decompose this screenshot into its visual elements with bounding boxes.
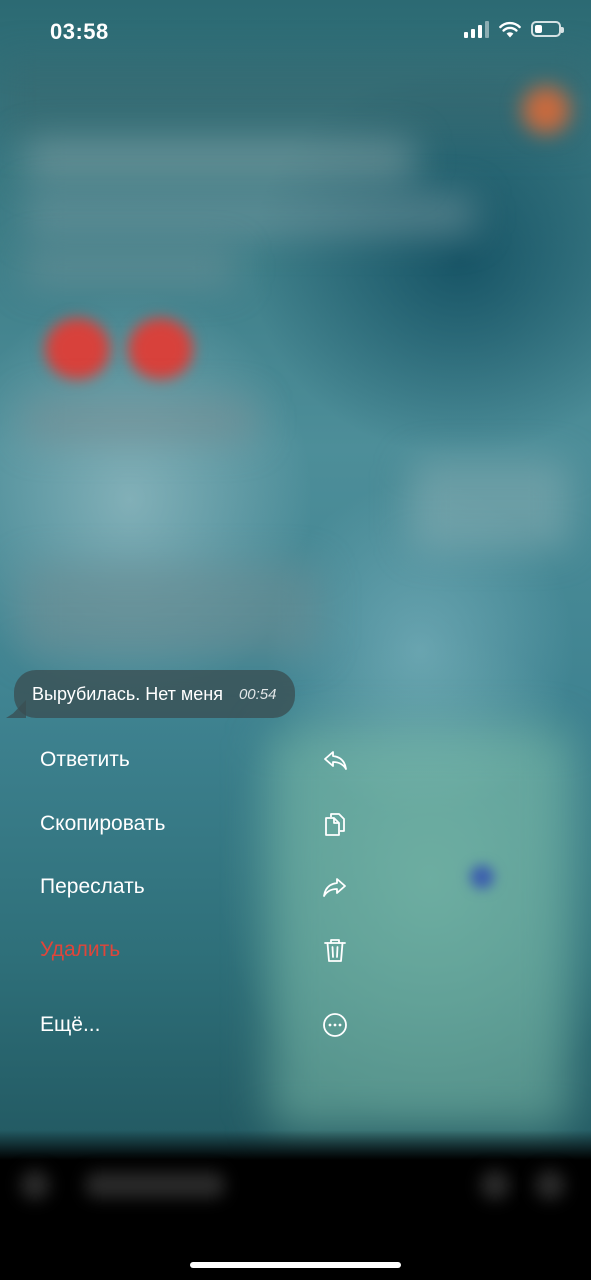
message-time: 00:54 bbox=[238, 685, 277, 703]
blurred-heart bbox=[45, 318, 110, 380]
blurred-sticker-icon bbox=[480, 1170, 510, 1200]
message-text: Вырубилась. Нет меня bbox=[32, 683, 223, 704]
menu-item-copy[interactable]: Скопировать bbox=[40, 802, 350, 846]
menu-item-forward[interactable]: Переслать bbox=[40, 865, 350, 909]
menu-item-reply[interactable]: Ответить bbox=[40, 738, 350, 782]
blurred-chat-background bbox=[0, 0, 591, 1280]
blurred-attach-icon bbox=[20, 1170, 50, 1200]
blurred-heart bbox=[128, 318, 193, 380]
blurred-input-bar bbox=[0, 1130, 591, 1280]
more-icon bbox=[320, 1010, 350, 1040]
trash-icon bbox=[320, 935, 350, 965]
home-indicator[interactable] bbox=[190, 1262, 401, 1268]
blurred-message bbox=[25, 250, 235, 286]
copy-icon bbox=[320, 809, 350, 839]
status-icons bbox=[464, 20, 564, 38]
menu-item-label: Ещё... bbox=[40, 1013, 101, 1036]
wifi-icon bbox=[499, 21, 521, 37]
cellular-signal-icon bbox=[464, 20, 489, 38]
forward-icon bbox=[320, 872, 350, 902]
blurred-header bbox=[0, 60, 591, 140]
blurred-bubble bbox=[410, 460, 570, 550]
menu-item-label: Переслать bbox=[40, 875, 145, 898]
menu-item-label: Удалить bbox=[40, 938, 121, 961]
status-time: 03:58 bbox=[50, 19, 109, 44]
blurred-bubble bbox=[20, 565, 320, 655]
battery-fill bbox=[535, 25, 542, 33]
menu-item-delete[interactable]: Удалить bbox=[40, 928, 350, 972]
status-bar: 03:58 bbox=[0, 0, 591, 64]
message-bubble[interactable]: Вырубилась. Нет меня 00:54 bbox=[14, 670, 295, 718]
blurred-avatar bbox=[522, 86, 570, 134]
battery-icon bbox=[531, 21, 564, 37]
blurred-input-field bbox=[85, 1172, 225, 1198]
menu-item-label: Ответить bbox=[40, 748, 130, 771]
blurred-mic-icon bbox=[535, 1170, 565, 1200]
blurred-map-pin bbox=[470, 865, 494, 889]
reply-icon bbox=[320, 745, 350, 775]
blurred-message bbox=[25, 195, 475, 235]
blurred-message bbox=[25, 400, 255, 442]
menu-item-more[interactable]: Ещё... bbox=[40, 1003, 350, 1047]
blurred-message bbox=[25, 140, 415, 180]
menu-item-label: Скопировать bbox=[40, 812, 166, 835]
